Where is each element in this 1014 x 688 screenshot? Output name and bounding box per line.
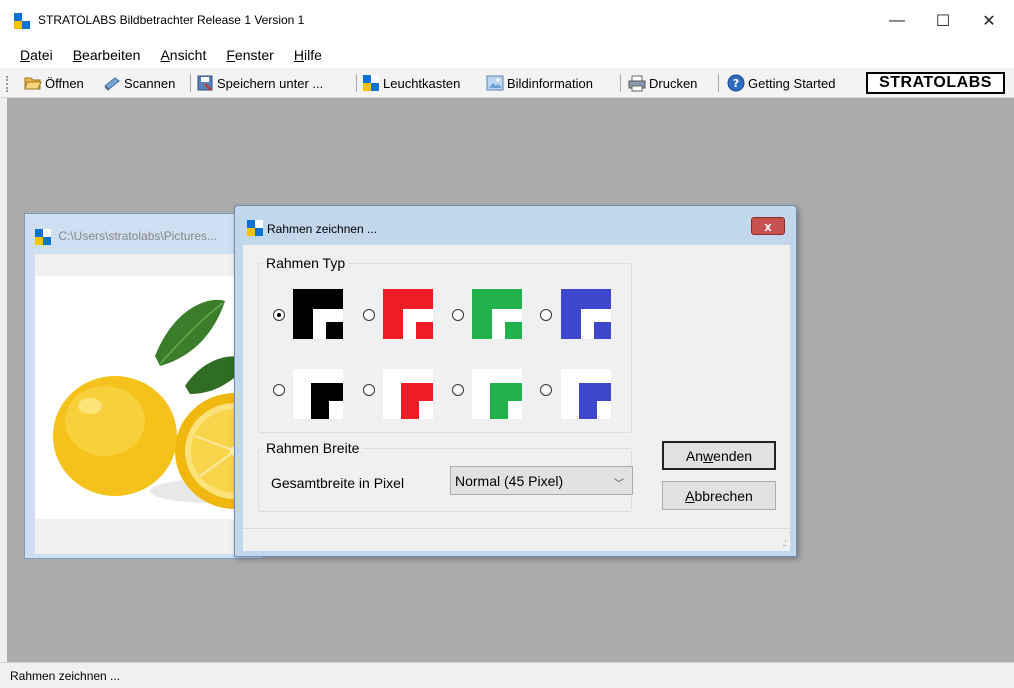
left-border — [0, 98, 7, 662]
frame-width-select[interactable]: Normal (45 Pixel) ﹀ — [450, 466, 633, 495]
save-as-button[interactable]: Speichern unter ... — [196, 73, 323, 93]
radio-frame-black-full[interactable] — [273, 309, 285, 321]
folder-open-icon — [24, 74, 42, 92]
scanner-icon — [103, 74, 121, 92]
child-window-content — [35, 254, 261, 554]
apply-button[interactable]: Anwenden — [662, 441, 776, 470]
radio-frame-green-full[interactable] — [452, 309, 464, 321]
radio-frame-red-full[interactable] — [363, 309, 375, 321]
title-bar: STRATOLABS Bildbetrachter Release 1 Vers… — [0, 0, 1014, 42]
frame-swatch-blue-shadow[interactable] — [561, 369, 611, 419]
frame-swatch-red-shadow[interactable] — [383, 369, 433, 419]
stratolabs-logo: STRATOLABS — [866, 72, 1005, 94]
help-icon: ? — [727, 74, 745, 92]
chevron-down-icon: ﹀ — [614, 479, 624, 490]
radio-frame-blue-shadow[interactable] — [540, 384, 552, 396]
frame-swatch-black-shadow[interactable] — [293, 369, 343, 419]
dialog-title: Rahmen zeichnen ... — [267, 222, 378, 236]
close-icon: x — [764, 218, 772, 234]
app-logo-icon — [247, 220, 263, 236]
menu-hilfe[interactable]: Hilfe — [294, 47, 322, 63]
open-button[interactable]: Öffnen — [24, 73, 84, 93]
toolbar-separator — [620, 74, 621, 92]
frame-swatch-green-shadow[interactable] — [472, 369, 522, 419]
minimize-button[interactable]: — — [874, 0, 920, 42]
toolbar-grip[interactable] — [6, 76, 8, 92]
svg-text:?: ? — [733, 77, 739, 90]
menu-bar: Datei Bearbeiten Ansicht Fenster Hilfe — [0, 42, 1014, 68]
image-info-button[interactable]: Bildinformation — [486, 73, 593, 93]
radio-frame-blue-full[interactable] — [540, 309, 552, 321]
frame-width-legend: Rahmen Breite — [266, 440, 360, 456]
resize-grip-icon[interactable]: .: — [782, 538, 786, 549]
radio-frame-black-shadow[interactable] — [273, 384, 285, 396]
image-info-icon — [486, 74, 504, 92]
save-as-icon — [196, 74, 214, 92]
menu-datei[interactable]: Datei — [20, 47, 53, 63]
menu-bearbeiten[interactable]: Bearbeiten — [73, 47, 141, 63]
frame-swatch-black-full[interactable] — [293, 289, 343, 339]
menu-ansicht[interactable]: Ansicht — [160, 47, 206, 63]
image-child-window[interactable]: C:\Users\stratolabs\Pictures... — [24, 213, 264, 559]
frame-width-value: Normal (45 Pixel) — [455, 472, 564, 489]
window-title: STRATOLABS Bildbetrachter Release 1 Vers… — [38, 13, 305, 27]
frame-type-legend: Rahmen Typ — [266, 255, 346, 271]
child-window-title: C:\Users\stratolabs\Pictures... — [35, 229, 217, 245]
draw-frame-dialog: Rahmen zeichnen ... x Rahmen Typ Rahmen … — [234, 205, 797, 557]
print-button[interactable]: Drucken — [628, 73, 697, 93]
status-text: Rahmen zeichnen ... — [10, 668, 121, 683]
app-logo-icon — [14, 13, 30, 29]
cancel-button[interactable]: Abbrechen — [662, 481, 776, 510]
frame-swatch-blue-full[interactable] — [561, 289, 611, 339]
width-label: Gesamtbreite in Pixel — [271, 475, 405, 491]
lightbox-icon — [362, 74, 380, 92]
toolbar-separator — [718, 74, 719, 92]
close-button[interactable]: ✕ — [966, 0, 1012, 42]
radio-frame-green-shadow[interactable] — [452, 384, 464, 396]
frame-swatch-green-full[interactable] — [472, 289, 522, 339]
getting-started-button[interactable]: ? Getting Started — [727, 73, 835, 93]
maximize-button[interactable]: ☐ — [920, 0, 966, 42]
toolbar-separator — [356, 74, 357, 92]
dialog-close-button[interactable]: x — [751, 217, 785, 235]
toolbar: Öffnen Scannen Speichern unter ... Leuch… — [0, 68, 1014, 98]
lemon-photo[interactable] — [35, 276, 261, 519]
printer-icon — [628, 74, 646, 92]
toolbar-separator — [190, 74, 191, 92]
status-bar: Rahmen zeichnen ... — [0, 662, 1014, 688]
menu-fenster[interactable]: Fenster — [226, 47, 273, 63]
dialog-footer: .: — [243, 528, 790, 551]
lightbox-button[interactable]: Leuchtkasten — [362, 73, 460, 93]
scan-button[interactable]: Scannen — [103, 73, 175, 93]
app-logo-icon — [35, 229, 51, 245]
dialog-body: Rahmen Typ Rahmen Breite Gesamtbreite in… — [243, 245, 790, 551]
radio-frame-red-shadow[interactable] — [363, 384, 375, 396]
frame-swatch-red-full[interactable] — [383, 289, 433, 339]
